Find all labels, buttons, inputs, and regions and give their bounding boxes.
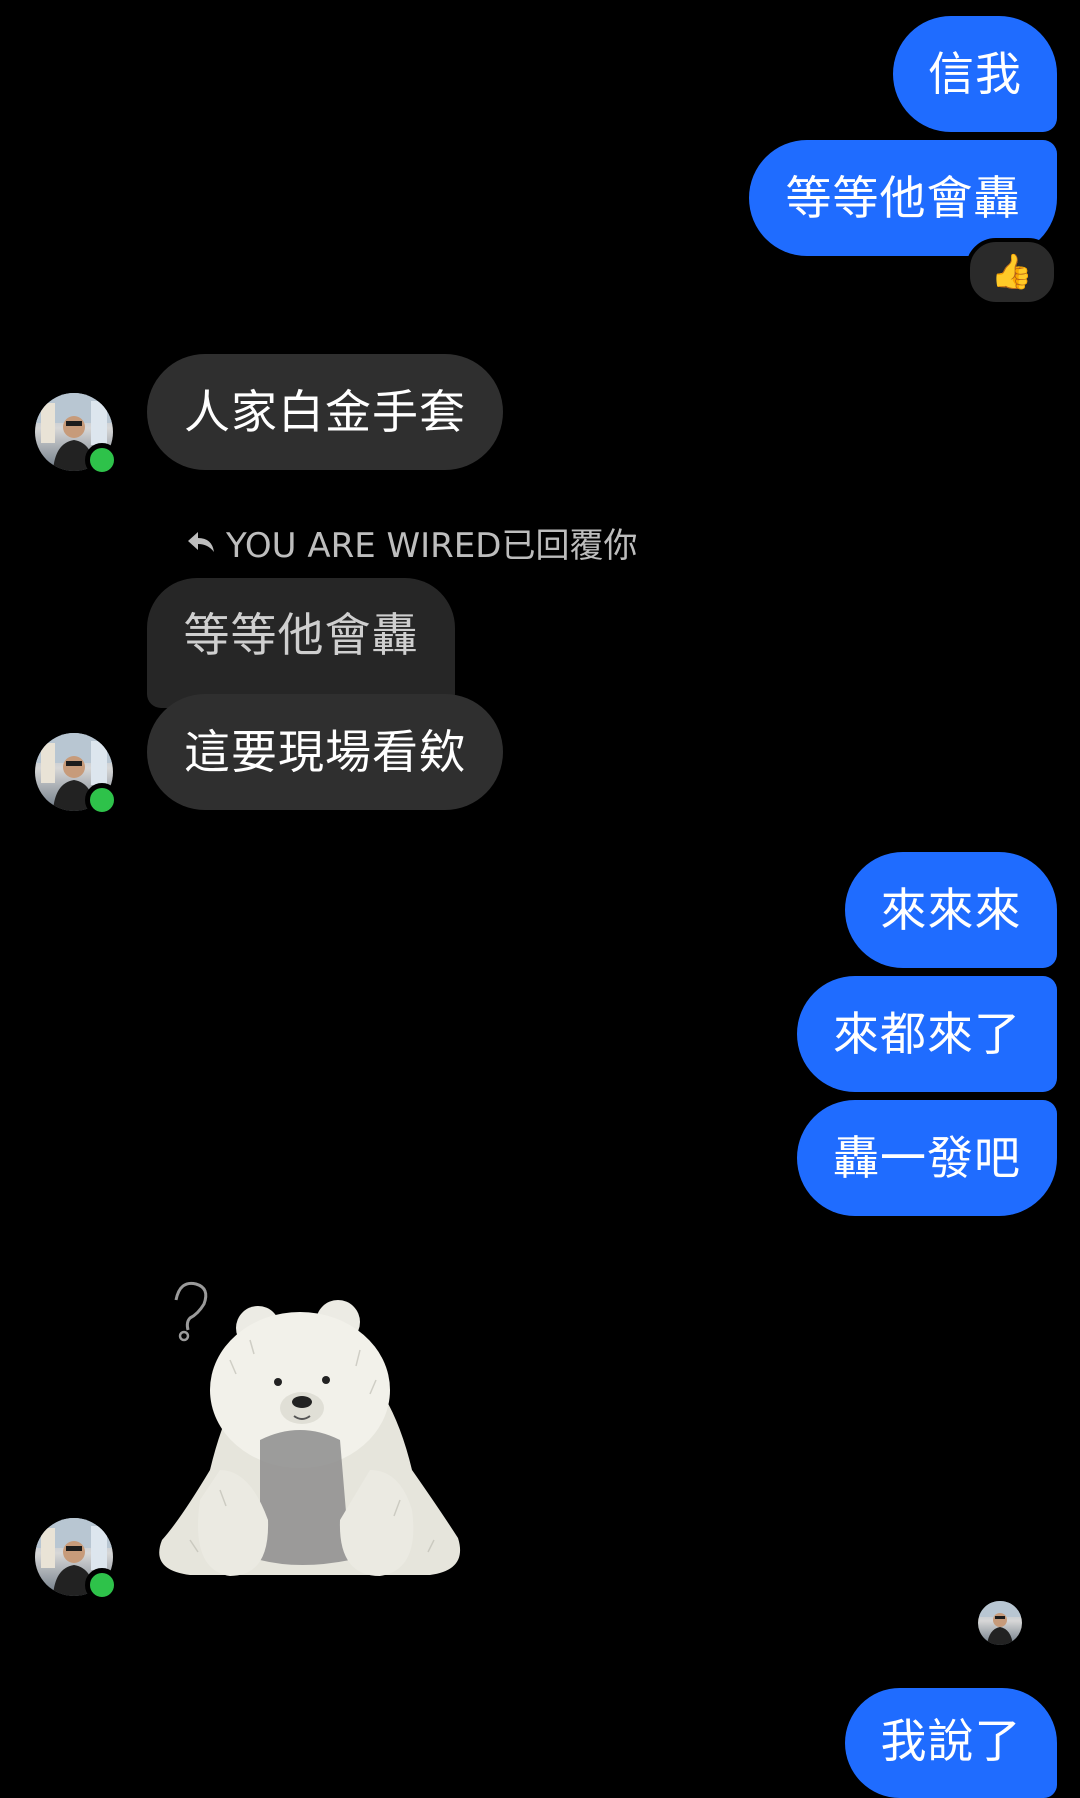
- incoming-message[interactable]: 這要現場看欸: [147, 694, 503, 810]
- quoted-message[interactable]: 等等他會轟: [147, 578, 455, 708]
- message-text: 信我: [928, 47, 1022, 101]
- message-text: 來都來了: [833, 1007, 1021, 1061]
- outgoing-message[interactable]: 轟一發吧: [797, 1100, 1057, 1216]
- seen-avatar: [978, 1601, 1022, 1645]
- quoted-text: 等等他會轟: [183, 608, 419, 662]
- polar-bear-sticker[interactable]: [150, 1270, 470, 1580]
- outgoing-message[interactable]: 來都來了: [797, 976, 1057, 1092]
- contact-avatar[interactable]: [35, 733, 119, 817]
- message-text: 等等他會轟: [785, 171, 1021, 225]
- message-text: 轟一發吧: [833, 1131, 1021, 1185]
- thumbs-up-icon: 👍: [990, 252, 1034, 292]
- reply-indicator: YOU ARE WIRED已回覆你: [186, 518, 637, 567]
- contact-avatar[interactable]: [35, 1518, 119, 1602]
- reply-arrow-icon: [188, 531, 214, 552]
- reaction-badge[interactable]: 👍: [966, 238, 1058, 306]
- outgoing-message[interactable]: 信我: [893, 16, 1057, 132]
- chat-thread: 信我 等等他會轟 👍 人家白金手套 YOU ARE WIRED已回覆你 等等他會…: [0, 0, 1080, 1798]
- polar-bear-icon: [159, 1281, 461, 1576]
- online-indicator: [85, 783, 119, 817]
- message-text: 來來來: [880, 883, 1022, 937]
- contact-avatar[interactable]: [35, 393, 119, 477]
- online-indicator: [85, 1568, 119, 1602]
- message-text: 這要現場看欸: [184, 725, 466, 779]
- outgoing-message[interactable]: 來來來: [845, 852, 1057, 968]
- message-text: 人家白金手套: [184, 385, 466, 439]
- incoming-message[interactable]: 人家白金手套: [147, 354, 503, 470]
- reply-label-text: YOU ARE WIRED已回覆你: [226, 526, 638, 566]
- outgoing-message[interactable]: 我說了: [845, 1688, 1057, 1798]
- message-text: 我說了: [880, 1714, 1022, 1768]
- online-indicator: [85, 443, 119, 477]
